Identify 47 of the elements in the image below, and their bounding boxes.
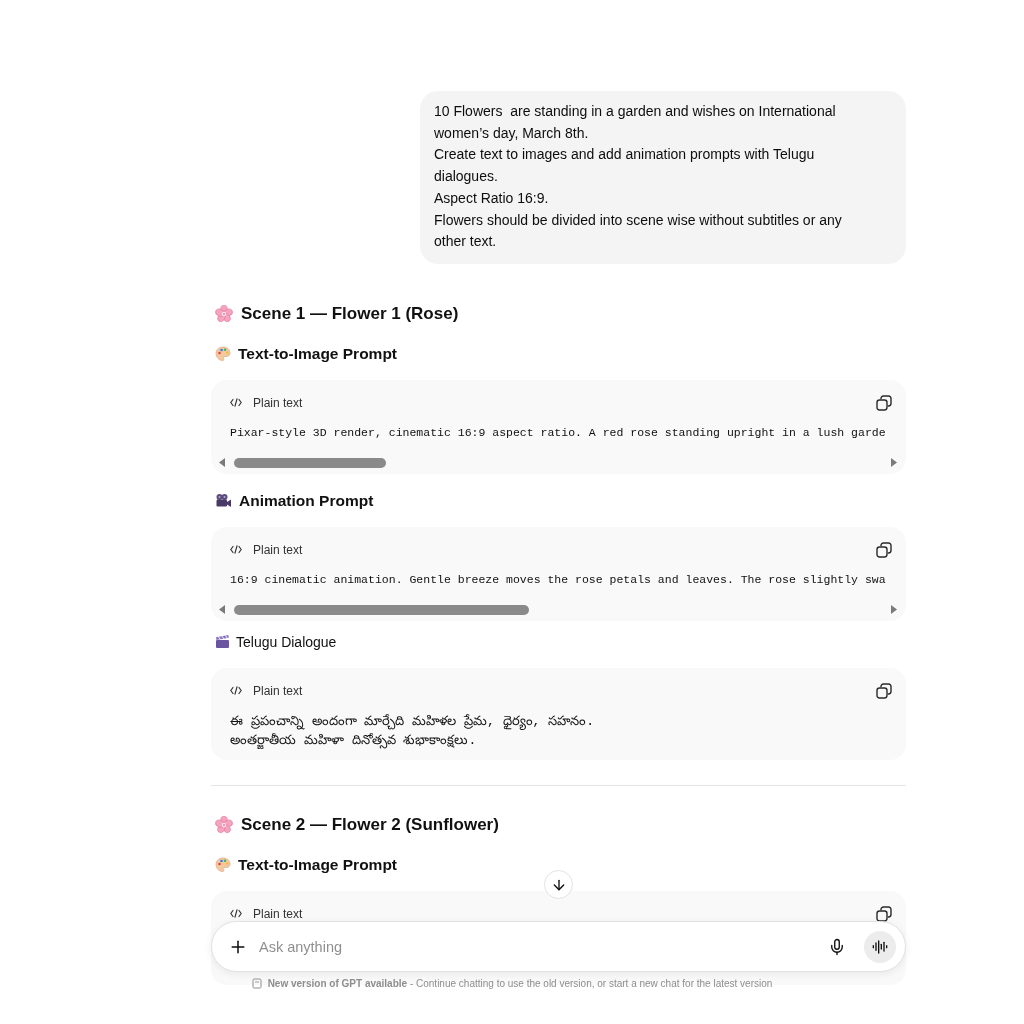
copy-button[interactable]	[876, 394, 892, 411]
dialogue-text: ఈ ప్రపంచాన్ని అందంగా మార్చేది మహిళల ప్రేమ, ధైర్యం, సహనం. అంతర్జాతీయ మహిళా దినోత్సవ శుభాకాంక్షలు.	[229, 712, 594, 750]
section-heading: Animation Prompt	[239, 490, 374, 511]
footer-notice: New version of GPT available - Continue chatting to use the old version, or start a new chat for the latest version	[267, 978, 773, 989]
scroll-right-icon[interactable]	[891, 458, 897, 468]
page-icon	[251, 978, 262, 989]
language-label: Plain text	[253, 906, 303, 921]
copy-icon	[876, 394, 892, 411]
code-icon	[230, 686, 242, 696]
copy-button[interactable]	[876, 541, 892, 558]
voice-mode-button[interactable]	[864, 930, 896, 963]
scene-heading: Scene 2 — Flower 2 (Sunflower)	[241, 813, 499, 836]
language-label: Plain text	[253, 542, 303, 557]
section-heading: Telugu Dialogue	[236, 632, 337, 652]
copy-button[interactable]	[876, 905, 892, 922]
message-input[interactable]: Ask anything	[259, 934, 816, 959]
code-icon	[230, 545, 242, 555]
copy-button[interactable]	[876, 682, 892, 699]
scroll-down-button[interactable]	[544, 870, 573, 899]
code-text: Pixar-style 3D render, cinematic 16:9 aspect ratio. A red rose standing upright in a lush garde	[229, 424, 886, 441]
microphone-icon	[828, 937, 846, 956]
copy-icon	[876, 682, 892, 699]
code-text: 16:9 cinematic animation. Gentle breeze moves the rose petals and leaves. The rose slightly swa	[229, 571, 886, 588]
microphone-button[interactable]	[828, 937, 846, 956]
scene-heading: Scene 1 — Flower 1 (Rose)	[241, 302, 459, 325]
language-label: Plain text	[253, 395, 303, 410]
movie-camera-icon	[215, 492, 232, 509]
scrollbar-thumb[interactable]	[234, 457, 387, 468]
clapperboard-icon	[215, 634, 230, 650]
section-heading: Text-to-Image Prompt	[238, 343, 398, 364]
copy-icon	[876, 541, 892, 558]
scroll-left-icon[interactable]	[219, 605, 225, 615]
copy-icon	[876, 905, 892, 922]
flower-icon	[215, 304, 233, 323]
waveform-icon	[872, 938, 888, 955]
scrollbar-thumb[interactable]	[234, 604, 529, 615]
section-heading: Text-to-Image Prompt	[238, 854, 398, 875]
palette-icon	[215, 345, 231, 362]
code-icon	[230, 398, 242, 408]
scroll-left-icon[interactable]	[219, 458, 225, 468]
user-message: 10 Flowers are standing in a garden and wishes on International women’s day, March 8th. Create text to images and add animation prompts with Telugu dialogues. Aspect Ratio 16:9. Flowers should be divided into scene wise without subtitles or any other text.	[420, 91, 906, 264]
palette-icon	[215, 856, 231, 873]
scroll-right-icon[interactable]	[891, 605, 897, 615]
code-icon	[230, 909, 242, 919]
flower-icon	[215, 815, 233, 834]
message-composer[interactable]: Ask anything	[211, 921, 906, 972]
language-label: Plain text	[253, 683, 303, 698]
